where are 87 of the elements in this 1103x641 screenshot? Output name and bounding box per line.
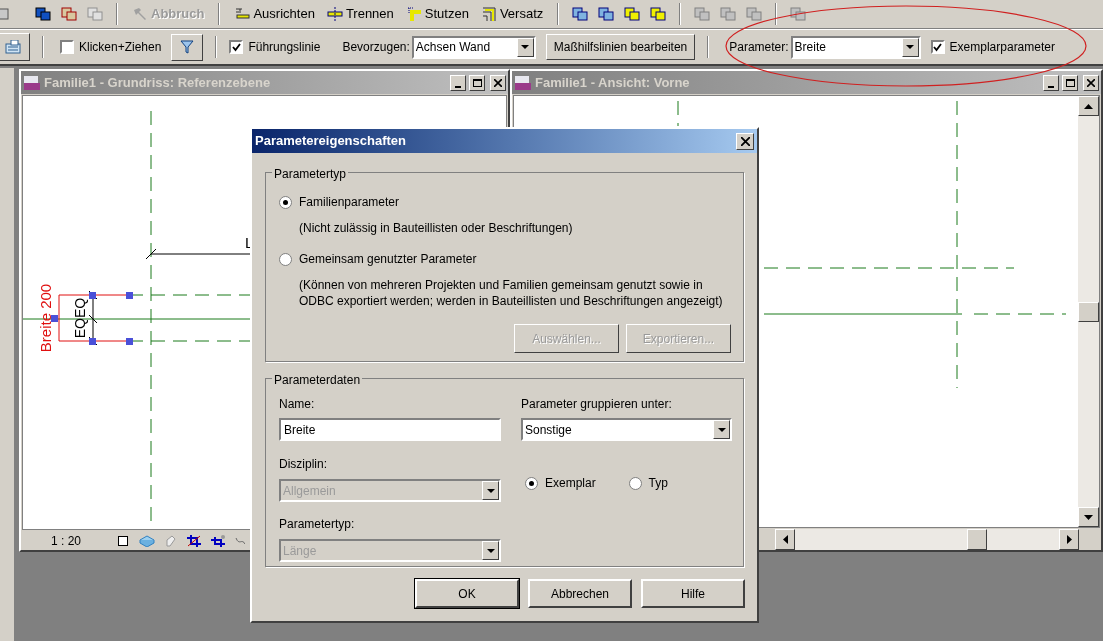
dropdown-arrow-icon: [521, 45, 530, 49]
window-title: Familie1 - Ansicht: Vorne: [535, 73, 691, 92]
option-description: (Nicht zulässig in Bauteillisten oder Beschriftungen): [299, 220, 574, 236]
radio-button[interactable]: [279, 195, 292, 209]
grip-handle[interactable]: [51, 315, 58, 322]
dropdown-arrow-icon: [486, 488, 495, 493]
align-icon: [234, 6, 251, 22]
dropdown-arrow-icon: [717, 427, 726, 432]
copy-icon[interactable]: [597, 5, 616, 23]
filter-button[interactable]: [171, 33, 204, 61]
scroll-right-icon: [1066, 535, 1072, 544]
close-button[interactable]: [490, 74, 506, 91]
group-under-dropdown[interactable]: Sonstige: [521, 418, 732, 441]
maximize-button[interactable]: [1062, 74, 1078, 91]
close-button[interactable]: [1083, 74, 1099, 91]
offset-icon: [480, 6, 497, 22]
properties-icon: [5, 40, 21, 54]
checkbox-label: Exemplarparameter: [949, 39, 1055, 56]
box-icon[interactable]: [60, 5, 78, 23]
split-icon: [326, 6, 343, 22]
grip-handle[interactable]: [89, 292, 96, 299]
file-icon: [23, 74, 41, 91]
scroll-down-icon: [1084, 514, 1093, 520]
radio-label: Exemplar: [545, 475, 596, 492]
vertical-scrollbar[interactable]: [1078, 96, 1099, 527]
radio-button[interactable]: [628, 476, 642, 490]
radio-label: Familienparameter: [299, 194, 400, 211]
reference-plane-line: [677, 100, 679, 127]
tool-button[interactable]: Ausrichten: [232, 4, 317, 24]
radio-label: Typ: [648, 475, 668, 492]
tool-button[interactable]: Versatz: [478, 4, 546, 24]
field-label: Parameter gruppieren unter:: [521, 396, 673, 413]
dialog-button[interactable]: OK: [415, 579, 519, 608]
prefer-dropdown[interactable]: Achsen Wand: [411, 35, 536, 59]
checkbox[interactable]: [930, 40, 945, 54]
dropdown-arrow-icon: [486, 548, 495, 553]
copy-icon[interactable]: [571, 5, 590, 23]
scroll-thumb[interactable]: [1078, 301, 1099, 322]
field-label: Parametertyp:: [279, 516, 356, 533]
grip-handle[interactable]: [126, 338, 133, 345]
horizontal-scrollbar[interactable]: [775, 529, 1079, 550]
dialog-button[interactable]: Hilfe: [641, 579, 745, 608]
radio-button[interactable]: [525, 476, 538, 490]
radio-button[interactable]: [279, 252, 292, 266]
dimension-label: Breite 200: [37, 283, 54, 353]
crop-icon[interactable]: [187, 534, 202, 547]
close-icon: [494, 78, 502, 87]
grip-handle[interactable]: [126, 292, 133, 299]
field-label: Parameter:: [729, 39, 789, 56]
filter-icon: [180, 40, 195, 54]
dialog-title: Parametereigenschaften: [255, 132, 407, 151]
edit-witness-lines-button[interactable]: Maßhilfslinien bearbeiten: [545, 34, 696, 60]
scroll-up-icon: [1084, 103, 1093, 109]
minimize-button[interactable]: [1043, 74, 1059, 91]
field-label: Name:: [279, 396, 316, 413]
checkbox[interactable]: [229, 40, 244, 54]
view-scale[interactable]: 1 : 20: [51, 531, 82, 550]
dropdown-arrow-icon: [906, 45, 915, 49]
tool-button[interactable]: Stutzen: [403, 4, 471, 24]
close-icon: [1087, 78, 1095, 87]
close-icon: [740, 136, 750, 146]
hammer-icon: [132, 6, 148, 22]
detail-level-icon[interactable]: [117, 534, 130, 547]
field-label: Bevorzugen:: [342, 39, 410, 56]
dimension-label: EQEQ: [72, 297, 88, 339]
checkbox[interactable]: [60, 40, 74, 54]
scroll-left-icon: [782, 535, 788, 544]
file-icon: [514, 74, 532, 91]
option-description: (Können von mehreren Projekten und Familien gemeinsam genutzt sowie in ODBC exportiert werden; werden in Bauteillisten und Beschriftungen angezeigt): [299, 277, 724, 309]
trim-icon: [405, 6, 422, 22]
tool-button[interactable]: Trennen: [324, 4, 396, 24]
checkbox-label: Führungslinie: [248, 39, 321, 56]
name-input-field[interactable]: Breite: [279, 418, 501, 441]
field-label: Disziplin:: [279, 456, 328, 473]
minimize-button[interactable]: [450, 74, 466, 91]
checkbox-label: Klicken+Ziehen: [79, 39, 162, 56]
close-button[interactable]: [736, 132, 754, 150]
properties-button[interactable]: [0, 33, 30, 61]
maximize-button[interactable]: [469, 74, 485, 91]
radio-label: Gemeinsam genutzter Parameter: [299, 251, 477, 268]
parameter-dropdown[interactable]: Breite: [790, 35, 921, 59]
scroll-thumb[interactable]: [967, 529, 987, 550]
dialog-button[interactable]: Abbrechen: [528, 579, 632, 608]
window-title: Familie1 - Grundriss: Referenzebene: [44, 73, 272, 92]
grip-handle[interactable]: [89, 338, 96, 345]
crop-region-icon[interactable]: [211, 534, 226, 547]
visual-style-icon[interactable]: [139, 534, 156, 547]
